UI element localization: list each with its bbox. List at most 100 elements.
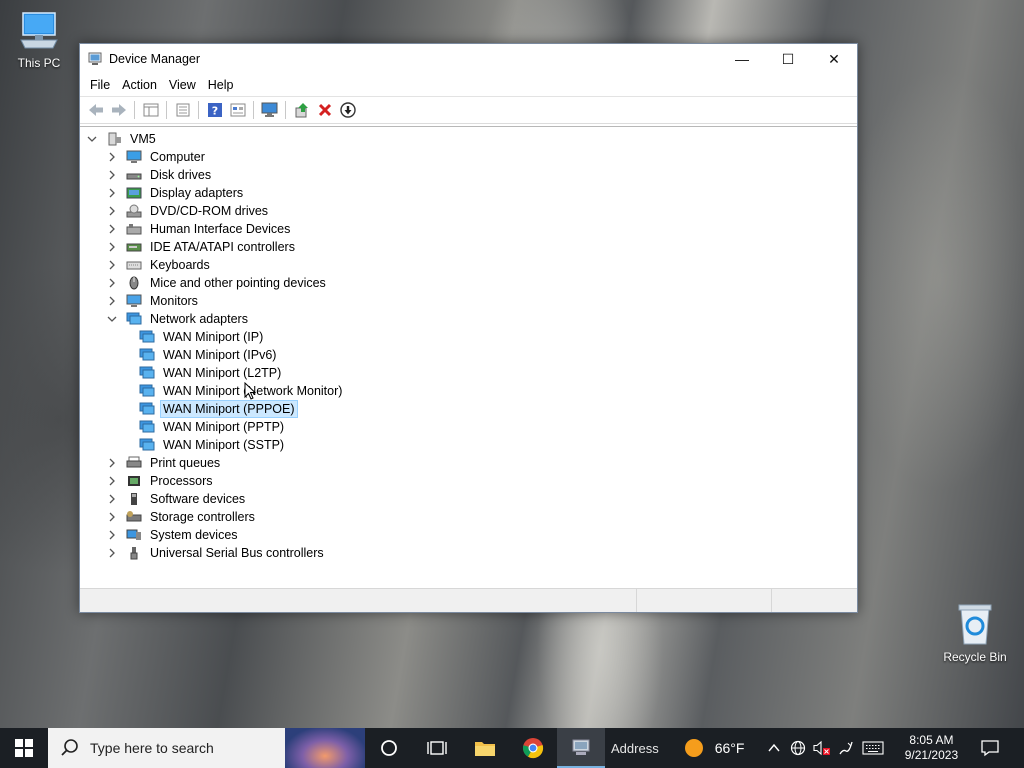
tree-category-disk-drives[interactable]: Disk drives xyxy=(106,166,213,184)
tree-device-wan-miniport-ipv6[interactable]: WAN Miniport (IPv6) xyxy=(131,346,278,364)
tree-device-wan-miniport-sstp[interactable]: WAN Miniport (SSTP) xyxy=(131,436,286,454)
chrome-button[interactable] xyxy=(509,728,557,768)
volume-button[interactable] xyxy=(810,728,834,768)
tree-category-universal-serial-bus-controllers[interactable]: Universal Serial Bus controllers xyxy=(106,544,326,562)
tree-device-wan-miniport-pppoe[interactable]: WAN Miniport (PPPOE) xyxy=(131,400,298,418)
device-tree[interactable]: VM5 Computer Disk drives Display adapters D… xyxy=(80,126,857,588)
action-center-button[interactable] xyxy=(970,728,1010,768)
expand-chevron-icon[interactable] xyxy=(106,151,118,163)
tree-label: Storage controllers xyxy=(150,510,255,524)
status-segment xyxy=(637,589,772,612)
tree-category-monitors[interactable]: Monitors xyxy=(106,292,200,310)
task-view-button[interactable] xyxy=(413,728,461,768)
file-explorer-button[interactable] xyxy=(461,728,509,768)
volume-muted-icon xyxy=(813,740,831,756)
uninstall-device-button[interactable] xyxy=(313,99,336,121)
toolbar-separator xyxy=(253,101,254,119)
tree-category-dvd-cd-rom-drives[interactable]: DVD/CD-ROM drives xyxy=(106,202,270,220)
cortana-button[interactable] xyxy=(365,728,413,768)
show-hide-console-tree-button[interactable] xyxy=(139,99,162,121)
tree-category-processors[interactable]: Processors xyxy=(106,472,215,490)
forward-button[interactable] xyxy=(107,99,130,121)
processors-icon xyxy=(128,476,140,486)
address-toolbar-label[interactable]: Address xyxy=(611,741,659,756)
mice-and-other-pointing-devices-icon xyxy=(129,276,139,290)
taskbar: Type here to search Address 66°F 8:05 AM… xyxy=(0,728,1024,768)
pen-workspace-button[interactable] xyxy=(834,728,858,768)
expand-chevron-icon[interactable] xyxy=(106,187,118,199)
title-bar[interactable]: Device Manager — ☐ ✕ xyxy=(80,44,857,74)
desktop-icon-this-pc[interactable]: This PC xyxy=(4,10,74,70)
expand-chevron-icon[interactable] xyxy=(106,241,118,253)
tree-category-ide-ata-atapi-controllers[interactable]: IDE ATA/ATAPI controllers xyxy=(106,238,297,256)
tree-category-network-adapters[interactable]: Network adapters xyxy=(106,310,250,328)
menu-help[interactable]: Help xyxy=(202,78,240,92)
tree-category-system-devices[interactable]: System devices xyxy=(106,526,240,544)
software-devices-icon xyxy=(131,493,137,505)
tree-root-vm5[interactable]: VM5 xyxy=(86,130,158,148)
expand-chevron-icon[interactable] xyxy=(106,259,118,271)
expand-chevron-icon[interactable] xyxy=(106,511,118,523)
expand-chevron-icon[interactable] xyxy=(106,493,118,505)
expand-chevron-icon[interactable] xyxy=(106,205,118,217)
expand-chevron-icon[interactable] xyxy=(106,475,118,487)
show-hidden-icons-button[interactable] xyxy=(762,728,786,768)
tree-label: Processors xyxy=(150,474,213,488)
touch-keyboard-button[interactable] xyxy=(858,728,888,768)
expand-chevron-icon[interactable] xyxy=(106,457,118,469)
weather-widget[interactable]: 66°F xyxy=(683,737,744,759)
collapse-chevron-icon[interactable] xyxy=(86,133,98,145)
device-manager-taskbar-button[interactable] xyxy=(557,728,605,768)
expand-chevron-icon[interactable] xyxy=(106,529,118,541)
maximize-button[interactable]: ☐ xyxy=(765,44,811,74)
this-pc-icon xyxy=(20,12,58,49)
search-placeholder: Type here to search xyxy=(90,740,214,756)
system-devices-icon xyxy=(126,529,141,540)
menu-action[interactable]: Action xyxy=(116,78,163,92)
ide-ata-atapi-controllers-icon xyxy=(126,243,142,252)
taskbar-clock[interactable]: 8:05 AM 9/21/2023 xyxy=(896,733,966,763)
show-hidden-devices-button[interactable] xyxy=(226,99,249,121)
tree-category-human-interface-devices[interactable]: Human Interface Devices xyxy=(106,220,292,238)
tree-category-software-devices[interactable]: Software devices xyxy=(106,490,247,508)
tree-category-storage-controllers[interactable]: Storage controllers xyxy=(106,508,257,526)
expand-chevron-icon[interactable] xyxy=(106,295,118,307)
device-manager-app-icon xyxy=(88,52,102,65)
back-button[interactable] xyxy=(84,99,107,121)
toolbar-separator xyxy=(285,101,286,119)
desktop-icon-recycle-bin[interactable]: Recycle Bin xyxy=(940,602,1010,664)
tree-category-display-adapters[interactable]: Display adapters xyxy=(106,184,245,202)
tree-category-computer[interactable]: Computer xyxy=(106,148,207,166)
network-adapter-icon xyxy=(139,330,155,343)
tree-category-print-queues[interactable]: Print queues xyxy=(106,454,222,472)
tree-device-wan-miniport-network-monitor[interactable]: WAN Miniport (Network Monitor) xyxy=(131,382,344,400)
tree-device-wan-miniport-pptp[interactable]: WAN Miniport (PPTP) xyxy=(131,418,286,436)
expand-chevron-icon[interactable] xyxy=(106,547,118,559)
collapse-chevron-icon[interactable] xyxy=(106,313,118,325)
update-driver-button[interactable] xyxy=(290,99,313,121)
tree-category-keyboards[interactable]: Keyboards xyxy=(106,256,212,274)
network-adapter-icon xyxy=(139,384,155,397)
expand-chevron-icon[interactable] xyxy=(106,169,118,181)
mouse-cursor-icon xyxy=(244,382,256,400)
start-button[interactable] xyxy=(0,728,48,768)
taskbar-search-box[interactable]: Type here to search xyxy=(48,728,365,768)
scan-hardware-changes-button[interactable] xyxy=(258,99,281,121)
status-bar xyxy=(80,588,857,612)
back-arrow-icon xyxy=(88,104,103,116)
menu-file[interactable]: File xyxy=(84,78,116,92)
close-button[interactable]: ✕ xyxy=(811,44,857,74)
tree-device-wan-miniport-l2tp[interactable]: WAN Miniport (L2TP) xyxy=(131,364,283,382)
expand-chevron-icon[interactable] xyxy=(106,277,118,289)
properties-button[interactable] xyxy=(171,99,194,121)
enable-device-button[interactable] xyxy=(336,99,359,121)
search-highlight-image xyxy=(285,728,365,768)
expand-chevron-icon[interactable] xyxy=(106,223,118,235)
network-button[interactable] xyxy=(786,728,810,768)
device-manager-taskbar-icon xyxy=(572,739,590,755)
tree-category-mice-and-other-pointing-devices[interactable]: Mice and other pointing devices xyxy=(106,274,328,292)
minimize-button[interactable]: — xyxy=(719,44,765,74)
tree-device-wan-miniport-ip[interactable]: WAN Miniport (IP) xyxy=(131,328,265,346)
menu-view[interactable]: View xyxy=(163,78,202,92)
help-button[interactable]: ? xyxy=(203,99,226,121)
